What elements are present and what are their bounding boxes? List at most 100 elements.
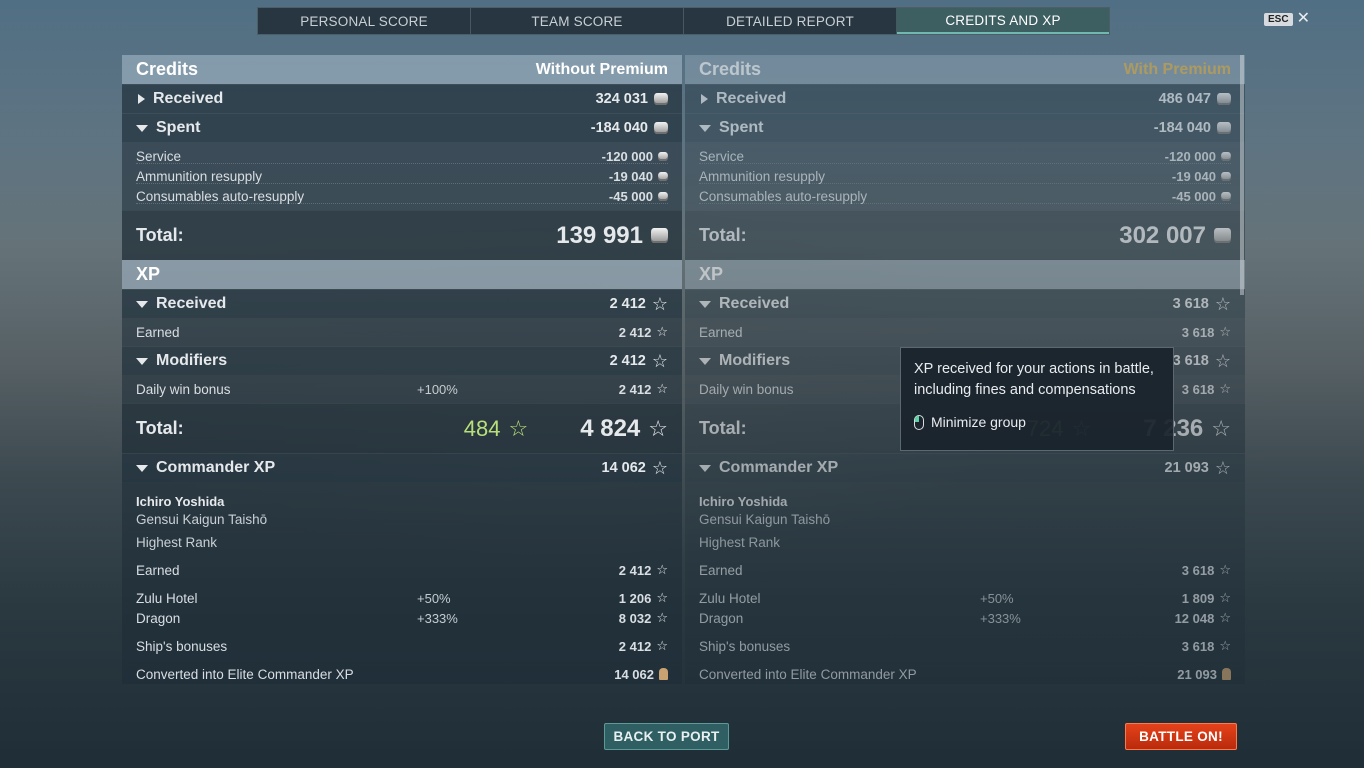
xp-star-icon: ☆: [651, 458, 668, 478]
xp-star-icon: ☆: [651, 294, 668, 314]
list-item: Converted into Elite Commander XP 14 062: [122, 664, 682, 684]
chevron-down-icon: [699, 124, 711, 132]
tab-detailed-report[interactable]: DETAILED REPORT: [684, 8, 897, 34]
credits-icon: [658, 171, 668, 181]
row-value: 8 032: [618, 610, 652, 626]
credits-icon: [658, 191, 668, 201]
xp-star-icon: ☆: [1219, 562, 1231, 577]
commander-rank: Gensui Kaigun Taishō: [136, 512, 268, 527]
row-label: Service: [136, 148, 182, 164]
xp-header: XP: [685, 260, 1245, 289]
row-value: -120 000: [1164, 148, 1216, 164]
tooltip-hint: Minimize group: [914, 414, 1160, 430]
row-label: Ship's bonuses: [699, 638, 791, 654]
commander-details: Ichiro Yoshida Gensui Kaigun Taishō High…: [122, 482, 682, 684]
battle-button[interactable]: BATTLE ON!: [1125, 723, 1237, 750]
xp-title: XP: [699, 264, 724, 284]
tab-credits-and-xp[interactable]: CREDITS AND XP: [897, 8, 1109, 34]
group-label: Received: [153, 90, 224, 107]
row-value: 14 062: [614, 666, 654, 682]
list-item: Ship's bonuses 2 412 ☆: [122, 636, 682, 656]
commander-xp-group[interactable]: Commander XP 14 062 ☆: [122, 453, 682, 482]
list-item: Converted into Elite Commander XP 21 093: [685, 664, 1245, 684]
credits-icon: [654, 93, 668, 105]
credits-spent-group[interactable]: Spent -184 040: [122, 113, 682, 142]
xp-star-icon: ☆: [656, 324, 668, 339]
list-item: Ammunition resupply -19 040: [685, 166, 1245, 186]
row-percent: +333%: [417, 610, 458, 626]
group-value: 2 412: [609, 353, 646, 369]
xp-star-icon: ☆: [656, 638, 668, 653]
tab-team-score[interactable]: TEAM SCORE: [471, 8, 684, 34]
list-item: Earned 2 412 ☆: [122, 560, 682, 580]
mouse-icon: [914, 414, 924, 430]
spent-rows: Service -120 000 Ammunition resupply -19 0…: [122, 142, 682, 210]
total-label: Total:: [136, 418, 184, 438]
group-value: 14 062: [601, 460, 646, 476]
total-label: Total:: [699, 225, 747, 245]
esc-key-icon: ESC: [1264, 12, 1293, 26]
tooltip-hint-label: Minimize group: [931, 414, 1026, 430]
group-value: -184 040: [1153, 120, 1211, 136]
tab-personal-score[interactable]: PERSONAL SCORE: [258, 8, 471, 34]
list-item: Zulu Hotel +50% 1 809 ☆: [685, 588, 1245, 608]
row-value: -45 000: [608, 188, 653, 204]
xp-star-icon: ☆: [1219, 381, 1231, 396]
row-label: Converted into Elite Commander XP: [136, 666, 354, 682]
credits-total: Total: 139 991: [122, 210, 682, 260]
row-value: 12 048: [1174, 610, 1215, 626]
list-item: Service -120 000: [122, 146, 682, 166]
row-percent: +333%: [980, 610, 1021, 626]
row-value: -19 040: [608, 168, 653, 184]
chevron-down-icon: [699, 464, 711, 472]
modifiers-group[interactable]: Modifiers 2 412 ☆: [122, 346, 682, 375]
credits-icon: [1217, 122, 1231, 134]
xp-star-icon: ☆: [1214, 351, 1231, 371]
modifiers-rows: Daily win bonus +100% 2 412 ☆: [122, 375, 682, 403]
row-label: Converted into Elite Commander XP: [699, 666, 917, 682]
credits-received-group[interactable]: Received 324 031: [122, 84, 682, 113]
list-item: Daily win bonus +100% 2 412 ☆: [122, 379, 682, 399]
row-label: Daily win bonus: [136, 381, 231, 397]
chevron-down-icon: [136, 300, 148, 308]
tab-bar: PERSONAL SCORE TEAM SCORE DETAILED REPOR…: [257, 7, 1110, 35]
row-label: Zulu Hotel: [699, 590, 761, 606]
xp-header: XP: [122, 260, 682, 289]
row-label: Ammunition resupply: [136, 168, 263, 184]
row-value: 3 618: [1181, 638, 1215, 654]
group-value: 3 618: [1172, 296, 1209, 312]
close-button[interactable]: ESC ✕: [1264, 11, 1310, 27]
row-label: Dragon: [136, 610, 181, 626]
list-item: Consumables auto-resupply -45 000: [685, 186, 1245, 206]
close-icon[interactable]: ✕: [1297, 11, 1310, 27]
credits-icon: [1221, 171, 1231, 181]
row-value: -45 000: [1171, 188, 1216, 204]
xp-star-icon: ☆: [656, 590, 668, 605]
xp-star-icon: ☆: [1219, 324, 1231, 339]
chevron-right-icon: [701, 94, 708, 104]
row-value: 2 412: [618, 638, 652, 654]
row-label: Ammunition resupply: [699, 168, 826, 184]
row-label: Earned: [699, 324, 743, 340]
list-item: Zulu Hotel +50% 1 206 ☆: [122, 588, 682, 608]
xp-total: Total: 484 ☆ 4 824 ☆: [122, 403, 682, 453]
scrollbar[interactable]: [1240, 55, 1244, 295]
group-label: Spent: [719, 119, 764, 136]
row-value: -19 040: [1171, 168, 1216, 184]
row-value: 3 618: [1181, 324, 1215, 340]
xp-received-group[interactable]: Received 2 412 ☆: [122, 289, 682, 318]
credits-icon: [1214, 228, 1231, 243]
tooltip: XP received for your actions in battle, …: [900, 347, 1174, 451]
back-to-port-button[interactable]: BACK TO PORT: [604, 723, 729, 750]
commander-xp-group[interactable]: Commander XP 21 093 ☆: [685, 453, 1245, 482]
credits-icon: [1221, 191, 1231, 201]
credits-spent-group[interactable]: Spent -184 040: [685, 113, 1245, 142]
credits-header: Credits With Premium: [685, 55, 1245, 84]
list-item: Earned 2 412 ☆: [122, 322, 682, 342]
credits-received-group[interactable]: Received 486 047: [685, 84, 1245, 113]
xp-star-icon: ☆: [656, 610, 668, 625]
xp-received-group[interactable]: Received 3 618 ☆: [685, 289, 1245, 318]
total-label: Total:: [136, 225, 184, 245]
list-item: Dragon +333% 12 048 ☆: [685, 608, 1245, 628]
row-percent: +50%: [980, 590, 1014, 606]
